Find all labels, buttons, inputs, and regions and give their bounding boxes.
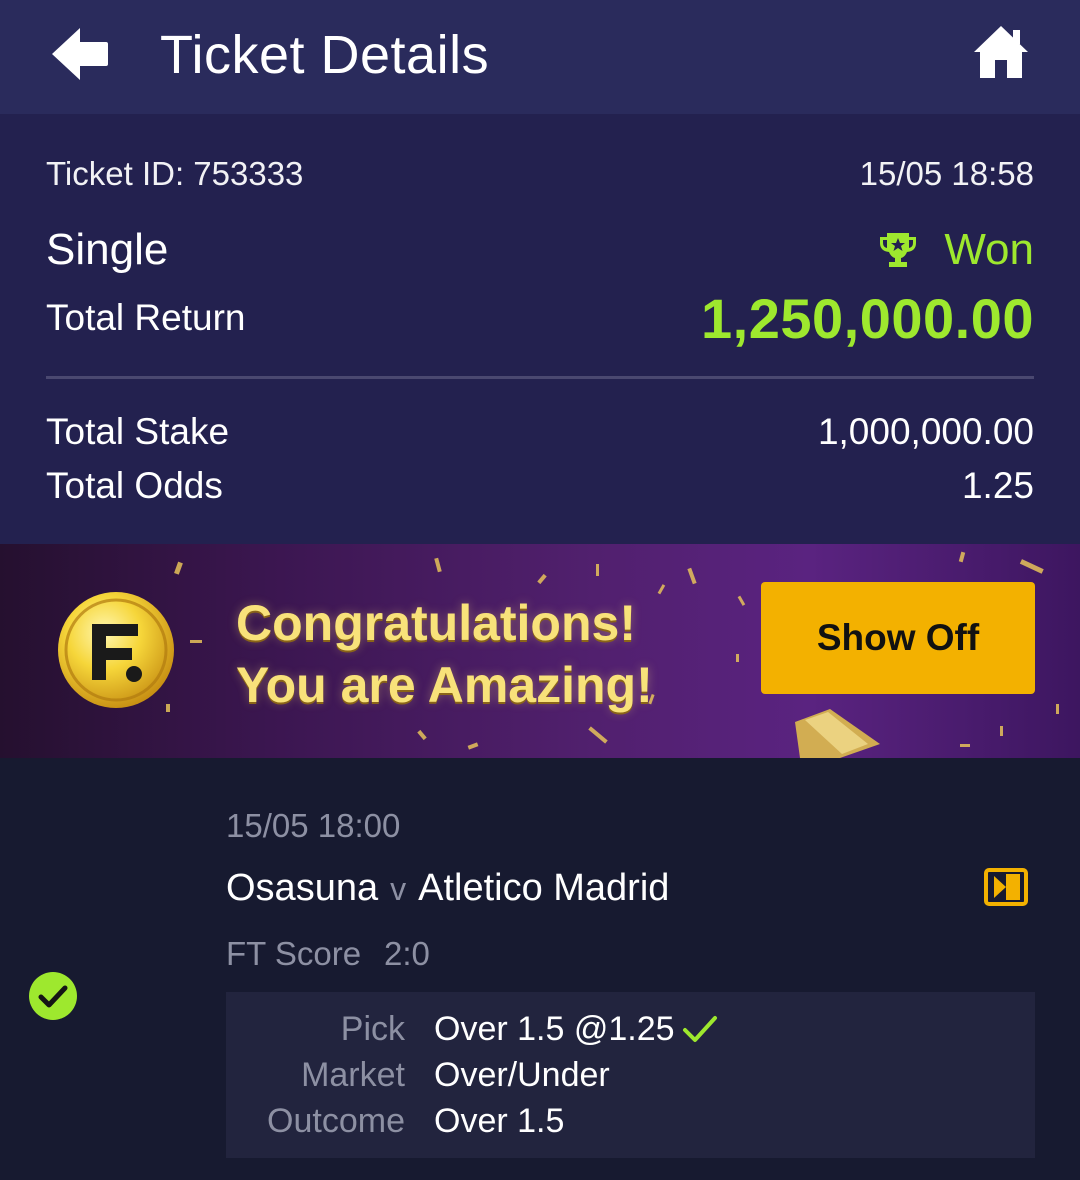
- ticket-datetime: 15/05 18:58: [859, 155, 1034, 192]
- congrats-banner: Congratulations! You are Amazing! Show O…: [0, 544, 1080, 758]
- congrats-text: Congratulations! You are Amazing!: [236, 592, 653, 716]
- market-label: Market: [301, 1056, 405, 1094]
- home-team: Osasuna: [226, 867, 379, 909]
- outcome-label: Outcome: [267, 1102, 405, 1140]
- ticket-id: Ticket ID: 753333: [46, 155, 304, 192]
- outcome-value: Over 1.5: [434, 1102, 565, 1140]
- total-odds-label: Total Odds: [46, 465, 223, 506]
- top-bar: Ticket Details: [0, 0, 1080, 114]
- won-check-icon: [29, 972, 77, 1020]
- match-tracker-icon[interactable]: [984, 868, 1028, 906]
- status-badge: Won: [878, 224, 1034, 276]
- divider: [46, 376, 1034, 379]
- home-icon[interactable]: [972, 24, 1030, 80]
- bet-type: Single: [46, 225, 169, 274]
- congrats-line2: You are Amazing!: [236, 657, 653, 713]
- total-odds-value: 1.25: [961, 465, 1034, 506]
- check-icon: [683, 1016, 717, 1042]
- total-stake-value: 1,000,000.00: [817, 411, 1034, 452]
- ticket-summary: Ticket ID: 753333 15/05 18:58 Single Won…: [0, 114, 1080, 544]
- match-datetime: 15/05 18:00: [226, 807, 401, 844]
- page-title: Ticket Details: [160, 25, 490, 85]
- show-off-button[interactable]: Show Off: [761, 582, 1035, 694]
- vs-text: v: [390, 871, 407, 907]
- status-text: Won: [944, 225, 1034, 274]
- brand-logo: [58, 592, 174, 708]
- selection-details: Pick Over 1.5 @1.25 Market Over/Under Ou…: [226, 992, 1035, 1158]
- total-return-value: 1,250,000.00: [701, 287, 1034, 350]
- ft-score-label: FT Score: [226, 935, 362, 972]
- total-stake-label: Total Stake: [46, 411, 230, 452]
- match-teams: Osasuna v Atletico Madrid: [226, 864, 669, 913]
- pick-label: Pick: [340, 1010, 405, 1048]
- market-value: Over/Under: [434, 1056, 610, 1094]
- pick-value: Over 1.5 @1.25: [434, 1010, 675, 1048]
- back-arrow-icon[interactable]: [50, 26, 110, 82]
- away-team: Atletico Madrid: [418, 867, 670, 909]
- trophy-icon: [880, 233, 917, 267]
- ft-score-value: 2:0: [384, 935, 430, 972]
- congrats-line1: Congratulations!: [236, 595, 636, 651]
- total-return-label: Total Return: [46, 297, 246, 338]
- match-card: 15/05 18:00 Osasuna v Atletico Madrid FT S…: [0, 758, 1080, 1180]
